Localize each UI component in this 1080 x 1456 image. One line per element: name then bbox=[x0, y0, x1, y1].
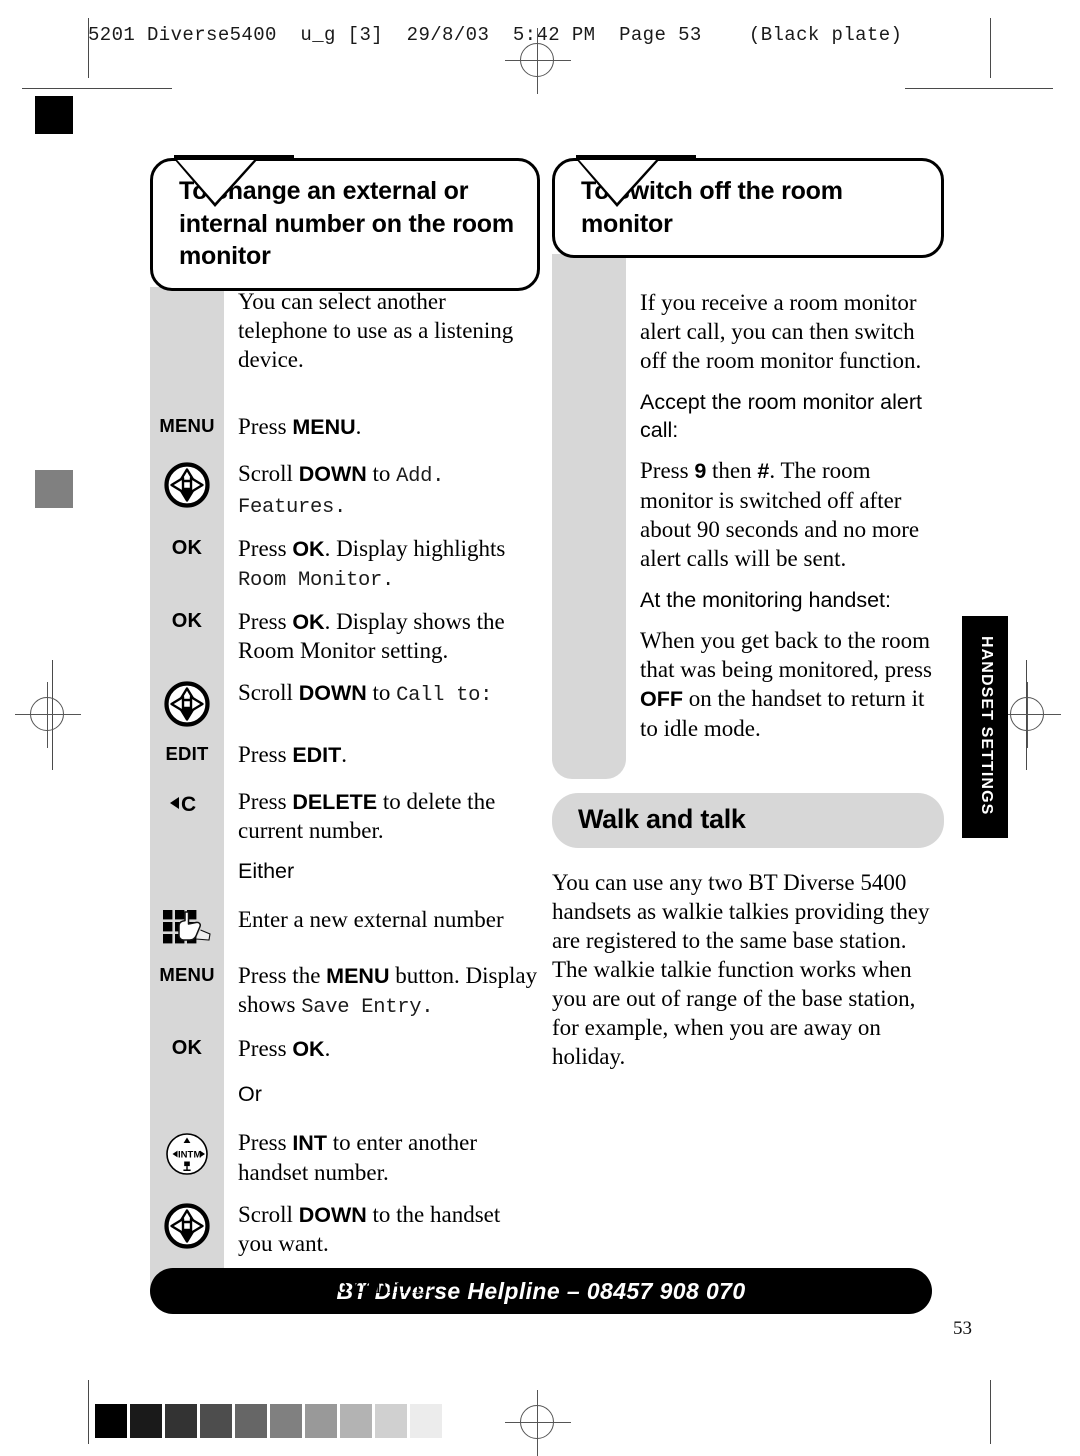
step-instruction-text: Enter a new external number bbox=[238, 907, 504, 933]
no-icon-spacer bbox=[185, 861, 189, 879]
step-instruction-text: Either bbox=[238, 859, 295, 884]
left-step-list: MENU Press MENU. Scroll DOWN to Add. Featu… bbox=[150, 374, 540, 1305]
instruction-step: MENU Press the MENU button. Display shows… bbox=[150, 961, 540, 1021]
delete-key-icon: C bbox=[167, 790, 207, 816]
step-icon-gutter bbox=[150, 858, 224, 879]
step-instruction-text: Press INT to enter another handset numbe… bbox=[238, 1130, 478, 1185]
step-icon-gutter: OK bbox=[150, 1271, 224, 1297]
step-instruction-text: Or bbox=[238, 1082, 262, 1107]
instruction-step: Scroll DOWN to Add. Features. bbox=[150, 459, 540, 521]
navpad-down-icon bbox=[164, 1203, 210, 1249]
step-icon-gutter: OK bbox=[150, 534, 224, 560]
right-paragraph-list: If you receive a room monitor alert call… bbox=[552, 254, 944, 779]
step-instruction-text: Press MENU. bbox=[238, 413, 362, 439]
navpad-down-icon bbox=[164, 462, 210, 508]
right-heading-bubble: To switch off the room monitor bbox=[552, 155, 944, 258]
step-icon-gutter bbox=[150, 459, 224, 508]
step-icon-gutter: MENU bbox=[150, 412, 224, 437]
page-content: To change an external or internal number… bbox=[0, 0, 1080, 1456]
key-label-ok: OK bbox=[171, 1037, 203, 1060]
svg-text:INT: INT bbox=[178, 1150, 194, 1161]
step-icon-gutter bbox=[150, 905, 224, 948]
step-icon-gutter bbox=[150, 678, 224, 727]
keypad-hand-icon bbox=[161, 908, 213, 948]
step-instruction-text: Press OK. Display shows the Room Monitor… bbox=[238, 608, 505, 663]
key-label-menu: MENU bbox=[159, 964, 215, 986]
left-steps-block: You can select another telephone to use … bbox=[150, 286, 540, 1305]
right-subheading: At the monitoring handset: bbox=[640, 587, 891, 612]
left-heading-bubble: To change an external or internal number… bbox=[150, 155, 540, 291]
instruction-step: OK Press OK. Display shows the Room Monit… bbox=[150, 607, 540, 665]
key-label-edit: EDIT bbox=[165, 743, 209, 765]
instruction-step: Scroll DOWN to the handset you want. bbox=[150, 1200, 540, 1258]
bubble-tail-icon bbox=[576, 155, 696, 207]
step-instruction-text: Press EDIT. bbox=[238, 742, 348, 768]
instruction-step: C Press DELETE to delete the current numb… bbox=[150, 787, 540, 845]
walk-and-talk-body: You can use any two BT Diverse 5400 hand… bbox=[552, 869, 930, 1070]
instruction-step: OK Press OK. bbox=[150, 1034, 540, 1068]
right-column: To switch off the room monitor If you re… bbox=[552, 155, 944, 1071]
key-label-ok: OK bbox=[171, 609, 203, 632]
navpad-down-icon bbox=[164, 681, 210, 727]
instruction-step: MENU Press MENU. bbox=[150, 412, 540, 446]
walk-and-talk-banner: Walk and talk bbox=[552, 792, 944, 848]
svg-text:C: C bbox=[181, 793, 196, 816]
step-instruction-text: Scroll DOWN to Add. Features. bbox=[238, 460, 445, 519]
bubble-tail-icon bbox=[174, 155, 294, 207]
instruction-step: Enter a new external number bbox=[150, 905, 540, 948]
step-instruction-text: Press DELETE to delete the current numbe… bbox=[238, 789, 496, 844]
right-paragraph: Press 9 then #. The room monitor is swit… bbox=[640, 458, 920, 571]
step-instruction-text: Press OK. bbox=[238, 1036, 331, 1062]
step-instruction-text: Scroll DOWN to Call to: bbox=[238, 680, 493, 708]
step-icon-gutter: C bbox=[150, 787, 224, 816]
instruction-step: OK Press OK. Display highlights Room Moni… bbox=[150, 534, 540, 594]
step-icon-gutter bbox=[150, 1081, 224, 1102]
int-key-icon: INT M bbox=[164, 1131, 210, 1177]
step-icon-gutter: OK bbox=[150, 607, 224, 633]
walk-and-talk-title: Walk and talk bbox=[578, 803, 746, 834]
right-paragraph: When you get back to the room that was b… bbox=[640, 628, 932, 741]
no-icon-spacer bbox=[185, 1084, 189, 1102]
step-instruction-text: Press the MENU button. Display shows Sav… bbox=[238, 963, 538, 1020]
instruction-step: OK Press OK to confirm. bbox=[150, 1271, 540, 1305]
key-label-menu: MENU bbox=[159, 414, 215, 436]
instruction-step: Or bbox=[150, 1081, 540, 1115]
right-text-block: If you receive a room monitor alert call… bbox=[552, 254, 944, 779]
step-instruction-text: Press OK to confirm. bbox=[238, 1272, 433, 1298]
left-column: To change an external or internal number… bbox=[150, 155, 540, 1318]
instruction-step: EDIT Press EDIT. bbox=[150, 740, 540, 774]
key-label-ok: OK bbox=[171, 1273, 203, 1296]
step-icon-gutter: MENU bbox=[150, 961, 224, 986]
left-intro-paragraph: You can select another telephone to use … bbox=[238, 288, 514, 372]
section-tab-handset-settings[interactable]: HANDSET SETTINGS bbox=[962, 616, 1008, 838]
instruction-step: INT M Press INT to enter another handset n… bbox=[150, 1128, 540, 1186]
step-icon-gutter: INT M bbox=[150, 1128, 224, 1177]
key-label-ok: OK bbox=[171, 536, 203, 559]
instruction-step: Either bbox=[150, 858, 540, 892]
instruction-step: Scroll DOWN to Call to: bbox=[150, 678, 540, 727]
right-subheading: Accept the room monitor alert call: bbox=[640, 390, 923, 442]
section-tab-label: HANDSET SETTINGS bbox=[978, 636, 995, 816]
step-icon-gutter: EDIT bbox=[150, 740, 224, 765]
right-paragraph: If you receive a room monitor alert call… bbox=[640, 290, 922, 374]
step-instruction-text: Scroll DOWN to the handset you want. bbox=[238, 1201, 501, 1256]
step-icon-gutter bbox=[150, 1200, 224, 1249]
step-icon-gutter: OK bbox=[150, 1034, 224, 1060]
step-instruction-text: Press OK. Display highlights Room Monito… bbox=[238, 535, 506, 592]
